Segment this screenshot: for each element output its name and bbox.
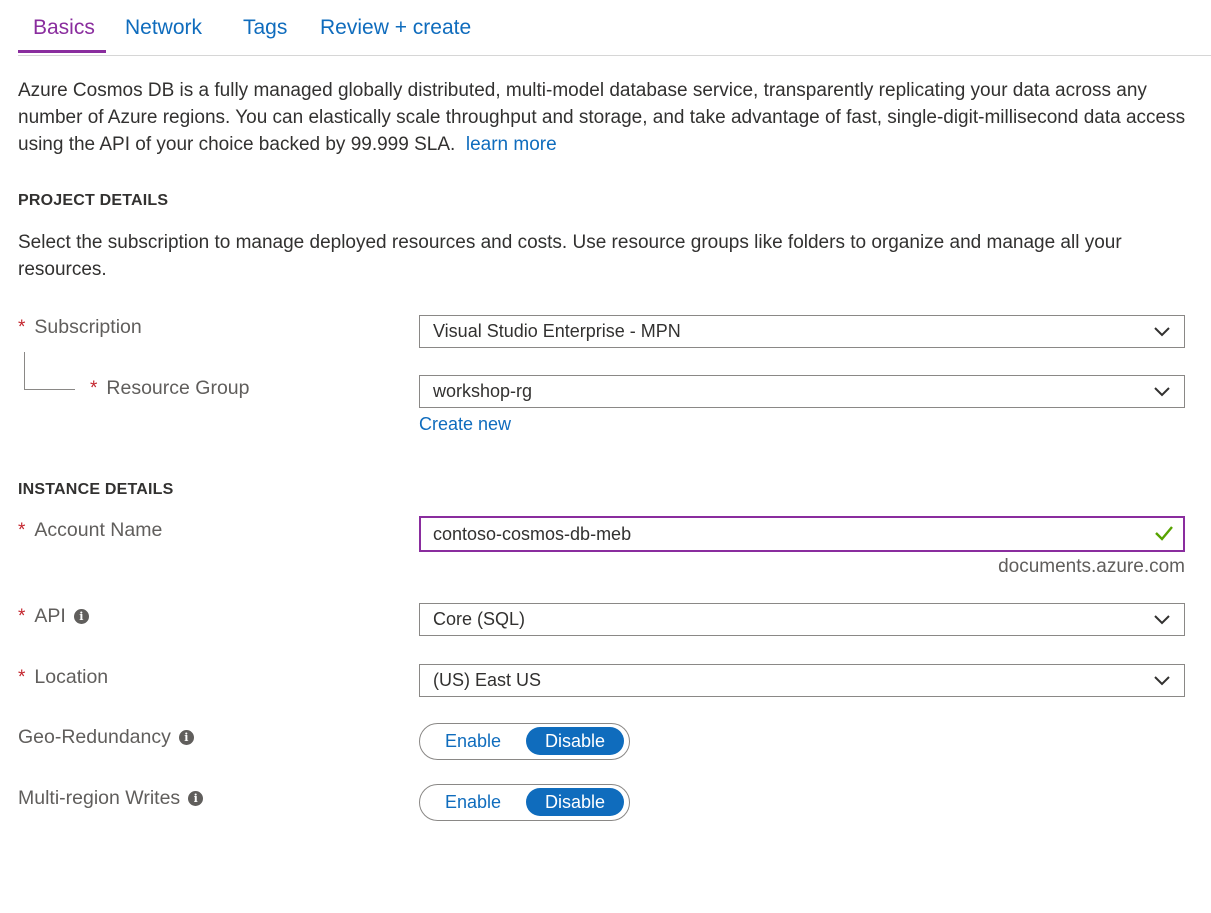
tab-tags[interactable]: Tags — [243, 16, 287, 40]
account-name-value: contoso-cosmos-db-meb — [433, 523, 632, 544]
required-asterisk: * — [90, 377, 98, 399]
location-value: (US) East US — [433, 670, 542, 690]
location-dropdown[interactable]: (US) East US — [419, 664, 1185, 697]
chevron-down-icon — [1154, 387, 1170, 397]
intro-paragraph: Azure Cosmos DB is a fully managed globa… — [18, 77, 1198, 158]
subscription-dropdown[interactable]: Visual Studio Enterprise - MPN — [419, 315, 1185, 348]
create-new-link[interactable]: Create new — [419, 414, 511, 435]
chevron-down-icon — [1154, 676, 1170, 686]
learn-more-link[interactable]: learn more — [466, 134, 557, 155]
account-name-input[interactable]: contoso-cosmos-db-meb — [419, 516, 1185, 552]
info-icon[interactable]: i — [178, 730, 194, 745]
geo-redundancy-disable-option[interactable]: Disable — [526, 727, 624, 755]
tab-network[interactable]: Network — [125, 16, 202, 40]
subscription-value: Visual Studio Enterprise - MPN — [433, 321, 681, 341]
tab-review-create[interactable]: Review + create — [320, 16, 471, 40]
required-asterisk: * — [18, 666, 26, 688]
required-asterisk: * — [18, 316, 26, 338]
tree-connector — [24, 352, 75, 390]
geo-redundancy-toggle: Enable Disable — [419, 723, 630, 760]
required-asterisk: * — [18, 519, 26, 541]
info-icon[interactable]: i — [188, 791, 204, 806]
resource-group-value: workshop-rg — [433, 381, 533, 401]
location-label: * Location — [18, 666, 109, 688]
intro-text: Azure Cosmos DB is a fully managed globa… — [18, 80, 1186, 155]
account-name-label: * Account Name — [18, 519, 163, 541]
info-icon[interactable]: i — [73, 609, 89, 624]
geo-redundancy-label: Geo-Redundancy i — [18, 726, 194, 749]
chevron-down-icon — [1154, 327, 1170, 337]
multi-region-writes-toggle: Enable Disable — [419, 784, 630, 821]
geo-redundancy-enable-option[interactable]: Enable — [430, 727, 516, 755]
multi-region-writes-enable-option[interactable]: Enable — [430, 788, 516, 816]
project-details-description: Select the subscription to manage deploy… — [18, 232, 1122, 280]
resource-group-dropdown[interactable]: workshop-rg — [419, 375, 1185, 408]
account-domain-suffix: documents.azure.com — [998, 556, 1185, 577]
checkmark-icon — [1155, 526, 1173, 541]
multi-region-writes-label: Multi-region Writes i — [18, 787, 204, 810]
api-value: Core (SQL) — [433, 609, 526, 629]
instance-details-heading: INSTANCE DETAILS — [18, 481, 174, 498]
tab-bar: Basics Network Tags Review + create — [18, 0, 1211, 56]
subscription-label: * Subscription — [18, 316, 142, 338]
api-label: * API i — [18, 605, 89, 628]
multi-region-writes-disable-option[interactable]: Disable — [526, 788, 624, 816]
required-asterisk: * — [18, 605, 26, 627]
project-details-heading: PROJECT DETAILS — [18, 192, 169, 209]
api-dropdown[interactable]: Core (SQL) — [419, 603, 1185, 636]
resource-group-label: * Resource Group — [90, 377, 250, 399]
active-tab-indicator — [18, 50, 106, 53]
chevron-down-icon — [1154, 615, 1170, 625]
tab-basics[interactable]: Basics — [33, 16, 95, 40]
